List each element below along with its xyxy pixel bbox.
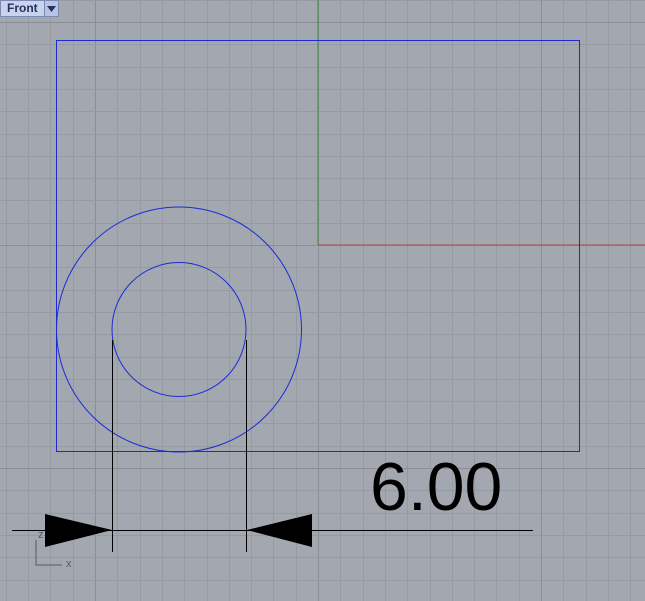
construction-grid	[0, 0, 645, 601]
viewport-name[interactable]: Front	[1, 1, 44, 16]
dimension-arrow-right	[247, 514, 312, 547]
triangle-down-icon	[46, 5, 56, 12]
dimension-text: 6.00	[370, 449, 502, 525]
axis-widget-x-label: x	[66, 558, 72, 570]
viewport-title-tab[interactable]: Front	[0, 0, 59, 17]
viewport-canvas[interactable]: 6.00 z x	[0, 0, 645, 601]
viewport-menu-button[interactable]	[43, 1, 58, 16]
dimension-arrow-left	[45, 514, 112, 547]
inner-circle[interactable]	[111, 262, 247, 397]
front-viewport[interactable]: 6.00 z x Front	[0, 0, 645, 601]
axis-widget-z-label: z	[38, 529, 44, 541]
outer-circle[interactable]	[56, 206, 302, 453]
